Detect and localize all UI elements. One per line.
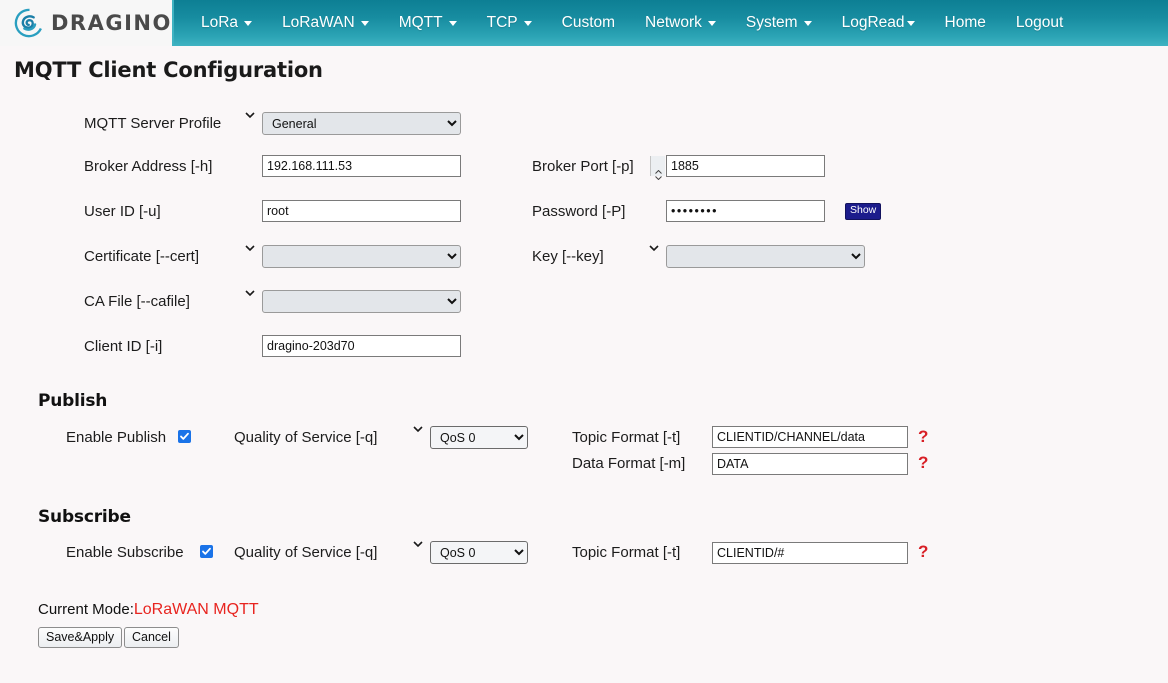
select-certificate[interactable] bbox=[262, 245, 461, 268]
help-icon-publish-topic[interactable]: ? bbox=[918, 427, 928, 447]
page-root: DRAGINO LoRa LoRaWAN MQTT TCP Custom Network S… bbox=[0, 0, 1168, 683]
label-client-id: Client ID [-i] bbox=[84, 338, 163, 355]
chevron-down-icon bbox=[413, 424, 423, 433]
input-broker-port[interactable] bbox=[666, 155, 825, 177]
label-enable-subscribe: Enable Subscribe bbox=[66, 544, 184, 561]
input-client-id[interactable] bbox=[262, 335, 461, 357]
help-icon-publish-data[interactable]: ? bbox=[918, 453, 928, 473]
label-mqtt-server-profile: MQTT Server Profile bbox=[84, 115, 222, 132]
input-password[interactable] bbox=[666, 200, 825, 222]
label-subscribe-topic-format: Topic Format [-t] bbox=[572, 544, 681, 561]
label-broker-address: Broker Address [-h] bbox=[84, 158, 213, 175]
page-title: MQTT Client Configuration bbox=[14, 58, 323, 82]
checkbox-enable-publish[interactable] bbox=[178, 430, 191, 443]
label-user-id: User ID [-u] bbox=[84, 203, 161, 220]
help-icon-subscribe-topic[interactable]: ? bbox=[918, 542, 928, 562]
input-user-id[interactable] bbox=[262, 200, 461, 222]
input-publish-topic-format[interactable] bbox=[712, 426, 908, 448]
label-key: Key [--key] bbox=[532, 248, 604, 265]
label-publish-qos: Quality of Service [-q] bbox=[234, 429, 378, 446]
nav-item-label: MQTT bbox=[398, 14, 443, 31]
nav-item-mqtt[interactable]: MQTT bbox=[384, 0, 472, 46]
chevron-down-icon bbox=[707, 20, 716, 26]
current-mode: Current Mode:LoRaWAN MQTT bbox=[38, 601, 259, 619]
nav-item-network[interactable]: Network bbox=[630, 0, 731, 46]
label-publish-topic-format: Topic Format [-t] bbox=[572, 429, 681, 446]
chevron-down-icon bbox=[244, 20, 253, 26]
nav-item-label: Custom bbox=[561, 14, 616, 31]
chevron-down-icon bbox=[360, 20, 369, 26]
label-ca-file: CA File [--cafile] bbox=[84, 293, 190, 310]
label-broker-port: Broker Port [-p] bbox=[532, 158, 634, 175]
nav-item-label: TCP bbox=[486, 14, 518, 31]
dragino-swirl-logo-icon bbox=[14, 8, 44, 38]
checkbox-enable-subscribe[interactable] bbox=[200, 545, 213, 558]
nav-item-label: LogRead bbox=[841, 14, 905, 31]
nav-item-label: LoRaWAN bbox=[282, 14, 355, 31]
cancel-button[interactable]: Cancel bbox=[124, 627, 179, 648]
spinner-down-icon bbox=[654, 167, 662, 181]
label-enable-publish: Enable Publish bbox=[66, 429, 167, 446]
chevron-down-icon bbox=[448, 20, 457, 26]
top-navigation-bar: DRAGINO LoRa LoRaWAN MQTT TCP Custom Network S… bbox=[0, 0, 1168, 46]
nav-item-label: Logout bbox=[1015, 14, 1064, 31]
publish-section-heading: Publish bbox=[38, 391, 108, 411]
current-mode-value: LoRaWAN MQTT bbox=[133, 601, 259, 618]
nav-item-custom[interactable]: Custom bbox=[547, 0, 630, 46]
nav-item-lorawan[interactable]: LoRaWAN bbox=[267, 0, 384, 46]
nav-item-tcp[interactable]: TCP bbox=[472, 0, 547, 46]
brand-logo[interactable]: DRAGINO bbox=[0, 0, 174, 46]
spinner-up-icon bbox=[654, 161, 662, 174]
current-mode-label: Current Mode: bbox=[38, 601, 134, 618]
chevron-down-icon bbox=[803, 20, 812, 26]
broker-port-spinner[interactable] bbox=[650, 156, 665, 181]
brand-name: DRAGINO bbox=[51, 11, 172, 35]
input-broker-address[interactable] bbox=[262, 155, 461, 177]
select-key[interactable] bbox=[666, 245, 865, 268]
nav-item-label: System bbox=[745, 14, 798, 31]
nav-item-label: Network bbox=[645, 14, 702, 31]
label-certificate: Certificate [--cert] bbox=[84, 248, 200, 265]
input-subscribe-topic-format[interactable] bbox=[712, 542, 908, 564]
select-publish-qos[interactable]: QoS 0 bbox=[430, 426, 528, 449]
select-mqtt-server-profile[interactable]: General bbox=[262, 112, 461, 135]
subscribe-section-heading: Subscribe bbox=[38, 507, 131, 527]
chevron-down-icon bbox=[245, 110, 255, 119]
chevron-down-icon bbox=[245, 243, 255, 252]
nav-item-list: LoRa LoRaWAN MQTT TCP Custom Network System Log… bbox=[174, 0, 1078, 46]
nav-item-lora[interactable]: LoRa bbox=[186, 0, 267, 46]
label-publish-data-format: Data Format [-m] bbox=[572, 455, 686, 472]
nav-item-logread[interactable]: LogRead bbox=[827, 0, 930, 46]
nav-item-label: Home bbox=[944, 14, 986, 31]
nav-item-system[interactable]: System bbox=[731, 0, 827, 46]
input-publish-data-format[interactable] bbox=[712, 453, 908, 475]
chevron-down-icon bbox=[523, 20, 532, 26]
label-subscribe-qos: Quality of Service [-q] bbox=[234, 544, 378, 561]
nav-item-home[interactable]: Home bbox=[930, 0, 1001, 46]
label-password: Password [-P] bbox=[532, 203, 626, 220]
select-subscribe-qos[interactable]: QoS 0 bbox=[430, 541, 528, 564]
nav-item-logout[interactable]: Logout bbox=[1001, 0, 1078, 46]
chevron-down-icon bbox=[649, 243, 659, 252]
select-ca-file[interactable] bbox=[262, 290, 461, 313]
nav-item-label: LoRa bbox=[201, 14, 239, 31]
show-password-button[interactable]: Show bbox=[845, 203, 882, 220]
chevron-down-icon bbox=[413, 539, 423, 548]
save-apply-button[interactable]: Save&Apply bbox=[38, 627, 123, 648]
chevron-down-icon bbox=[245, 288, 255, 297]
chevron-down-icon bbox=[906, 20, 915, 26]
